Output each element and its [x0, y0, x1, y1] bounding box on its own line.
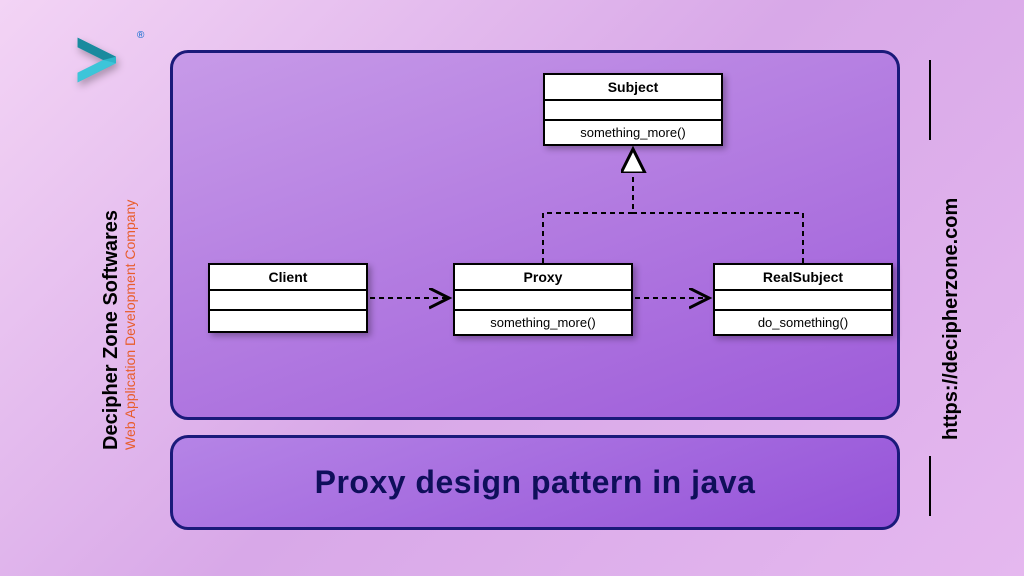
class-name: Subject	[545, 75, 721, 101]
class-attributes	[545, 101, 721, 121]
trademark-symbol: ®	[137, 30, 144, 41]
class-method: do_something()	[715, 311, 891, 334]
page-title: Proxy design pattern in java	[315, 464, 756, 501]
company-url: https://decipherzone.com	[940, 198, 963, 440]
company-tagline: Web Application Development Company	[122, 200, 138, 450]
play-icon	[68, 28, 132, 92]
class-name: Proxy	[455, 265, 631, 291]
uml-arrows	[173, 53, 897, 417]
uml-class-realsubject: RealSubject do_something()	[713, 263, 893, 336]
company-logo	[68, 28, 132, 92]
title-panel: Proxy design pattern in java	[170, 435, 900, 530]
decorative-line	[929, 456, 931, 516]
class-method: something_more()	[545, 121, 721, 144]
uml-class-proxy: Proxy something_more()	[453, 263, 633, 336]
class-attributes	[715, 291, 891, 311]
uml-class-subject: Subject something_more()	[543, 73, 723, 146]
uml-class-client: Client	[208, 263, 368, 333]
class-method: something_more()	[455, 311, 631, 334]
class-methods	[210, 311, 366, 331]
class-attributes	[455, 291, 631, 311]
class-name: Client	[210, 265, 366, 291]
uml-diagram-panel: Subject something_more() Client Proxy so…	[170, 50, 900, 420]
class-name: RealSubject	[715, 265, 891, 291]
class-attributes	[210, 291, 366, 311]
decorative-line	[929, 60, 931, 140]
company-name: Decipher Zone Softwares	[100, 210, 123, 450]
